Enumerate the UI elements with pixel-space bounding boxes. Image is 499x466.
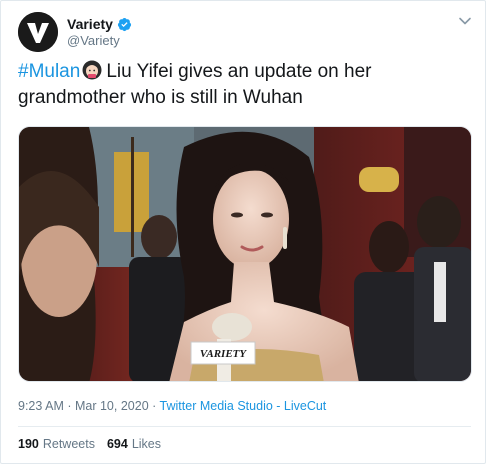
mic-flag-text: VARIETY: [200, 348, 248, 360]
tweet-stats: 190 Retweets 694 Likes: [18, 437, 161, 451]
author-display-name[interactable]: Variety: [67, 16, 113, 32]
tweet-source-link[interactable]: Twitter Media Studio - LiveCut: [160, 399, 327, 413]
likes-label: Likes: [131, 437, 162, 451]
tweet-card[interactable]: Variety @Variety #Mulan Liu Yifei gives …: [0, 0, 486, 464]
meta-separator: ·: [148, 399, 160, 413]
divider: [18, 426, 471, 427]
tweet-time[interactable]: 9:23 AM: [18, 399, 64, 413]
variety-logo-icon: [18, 12, 58, 52]
author-handle[interactable]: @Variety: [67, 33, 120, 48]
retweets-label: Retweets: [42, 437, 95, 451]
woman-emoji-icon: [82, 60, 102, 80]
tweet-video[interactable]: VARIETY: [18, 126, 472, 382]
tweet-meta: 9:23 AM · Mar 10, 2020 · Twitter Media S…: [18, 399, 326, 413]
retweets-count: 190: [18, 437, 39, 451]
tweet-date[interactable]: Mar 10, 2020: [75, 399, 149, 413]
likes-stat[interactable]: 694 Likes: [107, 437, 161, 451]
likes-count: 694: [106, 437, 128, 451]
retweets-stat[interactable]: 190 Retweets: [18, 437, 95, 451]
video-frame[interactable]: VARIETY: [19, 127, 472, 382]
author-name-row[interactable]: Variety: [67, 15, 132, 33]
meta-separator: ·: [63, 399, 75, 413]
tweet-text: #Mulan Liu Yifei gives an update on her …: [18, 59, 473, 111]
author-avatar[interactable]: [18, 12, 58, 52]
hashtag-link[interactable]: #Mulan: [18, 61, 80, 82]
chevron-down-icon[interactable]: [457, 13, 473, 29]
verified-badge-icon: [117, 17, 131, 31]
